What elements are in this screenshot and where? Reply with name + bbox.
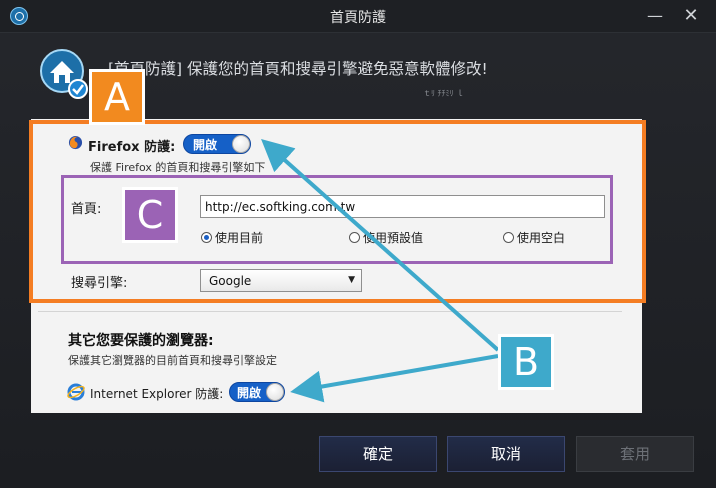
annotation-badge-c: C [122, 187, 178, 243]
title-bar[interactable]: 首頁防護 — ✕ [0, 0, 716, 33]
other-browsers-description: 保護其它瀏覽器的目前首頁和搜尋引擎設定 [68, 354, 277, 367]
section-divider [38, 311, 622, 312]
header-description: [首頁防護] 保護您的首頁和搜尋引擎避免惡意軟體修改! [108, 60, 488, 78]
close-button[interactable]: ✕ [681, 6, 701, 26]
home-protection-window: 首頁防護 — ✕ [首頁防護] 保護您的首頁和搜尋引擎避免惡意軟體修改! ｔﾘ … [0, 0, 716, 488]
other-browsers-title: 其它您要保護的瀏覽器: [68, 333, 214, 349]
ie-toggle-label: 開啟 [237, 386, 262, 400]
annotation-badge-a: A [89, 69, 145, 125]
apply-button[interactable]: 套用 [576, 436, 694, 472]
header-tiny-text: ｔﾘ ﾁﾁﾐﾘ ｌ [423, 89, 465, 98]
home-shield-icon [40, 49, 88, 99]
cancel-button[interactable]: 取消 [447, 436, 565, 472]
minimize-button[interactable]: — [645, 6, 665, 26]
ie-protection-toggle[interactable]: 開啟 [229, 382, 285, 402]
ok-button[interactable]: 確定 [319, 436, 437, 472]
ie-protection-label: Internet Explorer 防護: [90, 387, 224, 401]
toggle-knob [266, 383, 284, 401]
internet-explorer-icon [67, 383, 85, 401]
window-title: 首頁防護 [330, 10, 386, 26]
annotation-badge-b: B [498, 334, 554, 390]
